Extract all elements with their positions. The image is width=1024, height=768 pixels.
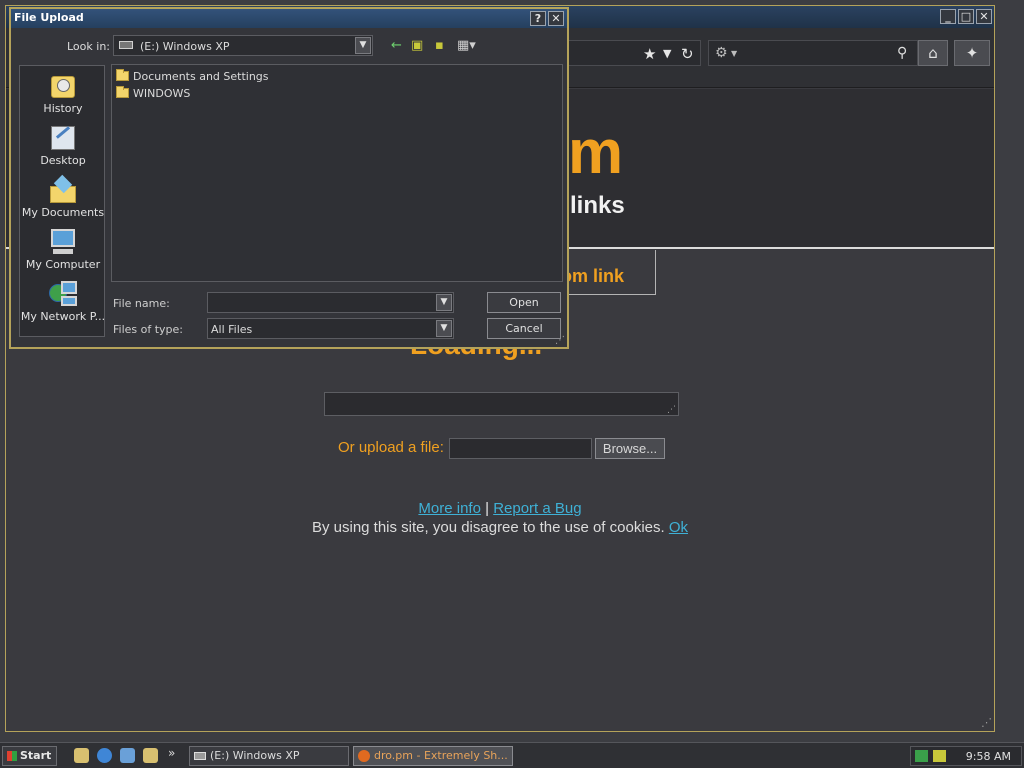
- footer-links: More info | Report a Bug: [6, 500, 994, 517]
- file-upload-dialog: File Upload ? ✕ Look in: (E:) Windows XP…: [9, 7, 569, 349]
- upload-label: Or upload a file:: [338, 439, 444, 456]
- explorer-icon[interactable]: [143, 748, 158, 763]
- file-type-value: All Files: [211, 323, 253, 336]
- firefox-icon: [358, 750, 370, 762]
- search-bar[interactable]: ⚙ ▼ ⚲: [708, 40, 918, 66]
- site-logo-text: m: [568, 118, 624, 187]
- my-documents-icon: [48, 174, 78, 204]
- desktop-icon: [48, 124, 78, 152]
- file-name: WINDOWS: [133, 87, 191, 100]
- file-name-label: File name:: [113, 297, 170, 310]
- drive-icon: [119, 41, 133, 49]
- folder-icon: [116, 86, 129, 98]
- system-tray: 9:58 AM: [910, 746, 1022, 766]
- chevron-down-icon[interactable]: ▼: [436, 320, 452, 337]
- list-item[interactable]: Documents and Settings: [116, 69, 269, 83]
- place-label: My Network P...: [20, 310, 106, 323]
- place-label: My Documents: [21, 206, 105, 219]
- outlook-express-icon[interactable]: [120, 748, 135, 763]
- cookie-text: By using this site, you disagree to the …: [311, 519, 665, 536]
- site-tagline: links: [570, 192, 625, 219]
- place-desktop[interactable]: Desktop: [20, 124, 106, 167]
- task-label: dro.pm - Extremely Sh...: [374, 749, 508, 762]
- tray-security-icon[interactable]: [933, 750, 946, 762]
- dialog-title: File Upload: [14, 11, 84, 24]
- history-icon: [48, 72, 78, 100]
- maximize-button[interactable]: □: [958, 9, 974, 24]
- resize-grip-icon[interactable]: ⋰: [667, 405, 676, 415]
- file-list[interactable]: Documents and Settings WINDOWS: [111, 64, 563, 282]
- file-name: Documents and Settings: [133, 70, 269, 83]
- taskbar-item-explorer[interactable]: (E:) Windows XP: [189, 746, 349, 766]
- place-label: History: [43, 102, 83, 115]
- back-arrow-icon[interactable]: ←: [391, 38, 402, 53]
- address-bar[interactable]: ★ ▼ ↻: [556, 40, 701, 66]
- tab-custom-link-label[interactable]: om link: [561, 266, 624, 287]
- browse-button[interactable]: Browse...: [595, 438, 665, 459]
- dialog-resize-grip-icon[interactable]: ⋰: [555, 335, 565, 346]
- chevron-down-icon[interactable]: ▼: [355, 37, 371, 54]
- search-engine-icon[interactable]: ⚙: [715, 45, 728, 61]
- file-type-label: Files of type:: [113, 323, 184, 336]
- cookie-ok-link[interactable]: Ok: [669, 519, 688, 536]
- dialog-close-button[interactable]: ✕: [548, 11, 564, 26]
- tray-network-icon[interactable]: [915, 750, 928, 762]
- quick-launch-more-icon[interactable]: »: [168, 746, 175, 760]
- taskbar: Start » (E:) Windows XP dro.pm - Extreme…: [0, 742, 1024, 768]
- drive-icon: [194, 752, 206, 760]
- new-folder-icon[interactable]: ▪: [435, 38, 444, 53]
- look-in-label: Look in:: [67, 40, 110, 53]
- bookmarks-button[interactable]: ✦: [954, 40, 990, 66]
- list-item[interactable]: WINDOWS: [116, 86, 191, 100]
- reload-icon[interactable]: ↻: [681, 45, 694, 63]
- open-button[interactable]: Open: [487, 292, 561, 313]
- search-icon[interactable]: ⚲: [897, 45, 907, 61]
- folder-icon: [116, 69, 129, 81]
- link-textarea[interactable]: ⋰: [324, 392, 679, 416]
- place-history[interactable]: History: [20, 72, 106, 115]
- view-menu-icon[interactable]: ▦▾: [457, 38, 476, 53]
- minimize-button[interactable]: _: [940, 9, 956, 24]
- cancel-button[interactable]: Cancel: [487, 318, 561, 339]
- place-label: My Computer: [25, 258, 101, 271]
- report-bug-link[interactable]: Report a Bug: [493, 500, 581, 517]
- help-button[interactable]: ?: [530, 11, 546, 26]
- task-label: (E:) Windows XP: [210, 749, 300, 762]
- window-resize-grip-icon[interactable]: ⋰: [981, 716, 992, 729]
- chevron-down-icon[interactable]: ▼: [436, 294, 452, 311]
- look-in-value: (E:) Windows XP: [140, 40, 230, 53]
- link-separator: |: [485, 500, 490, 517]
- places-bar: History Desktop My Documents My Computer…: [19, 65, 105, 337]
- show-desktop-icon[interactable]: [74, 748, 89, 763]
- my-computer-icon: [48, 228, 78, 256]
- file-type-dropdown[interactable]: All Files ▼: [207, 318, 454, 339]
- more-info-link[interactable]: More info: [418, 500, 481, 517]
- file-path-field[interactable]: [449, 438, 592, 459]
- internet-explorer-icon[interactable]: [97, 748, 112, 763]
- up-folder-icon[interactable]: ▣: [411, 38, 423, 53]
- start-button[interactable]: Start: [2, 746, 57, 766]
- home-button[interactable]: ⌂: [918, 40, 948, 66]
- place-label: Desktop: [40, 154, 86, 167]
- place-my-documents[interactable]: My Documents: [20, 174, 106, 219]
- clock[interactable]: 9:58 AM: [966, 750, 1011, 763]
- engine-dropdown-icon[interactable]: ▼: [731, 49, 737, 58]
- place-network[interactable]: My Network P...: [20, 280, 106, 323]
- bookmarks-icon: ✦: [965, 44, 979, 62]
- look-in-dropdown[interactable]: (E:) Windows XP ▼: [113, 35, 373, 56]
- file-name-field[interactable]: ▼: [207, 292, 454, 313]
- cookie-notice: By using this site, you disagree to the …: [6, 519, 994, 536]
- dialog-titlebar[interactable]: File Upload ? ✕: [11, 9, 567, 28]
- place-my-computer[interactable]: My Computer: [20, 228, 106, 271]
- home-icon: ⌂: [928, 44, 938, 62]
- bookmark-star-icon[interactable]: ★: [643, 45, 656, 63]
- dropdown-arrow-icon[interactable]: ▼: [663, 47, 671, 60]
- network-places-icon: [48, 280, 78, 308]
- desktop: _ □ ✕ ★ ▼ ↻ ⚙ ▼ ⚲ ⌂ ✦ m links om link Lo…: [0, 0, 1024, 742]
- close-button[interactable]: ✕: [976, 9, 992, 24]
- taskbar-item-browser[interactable]: dro.pm - Extremely Sh...: [353, 746, 513, 766]
